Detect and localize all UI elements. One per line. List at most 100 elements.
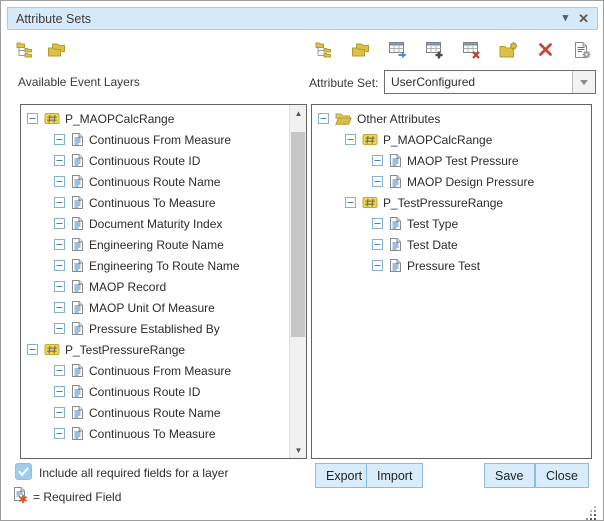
collapse-minus-icon[interactable]: [54, 218, 65, 229]
tree-item[interactable]: MAOP Record: [21, 276, 289, 297]
layer-icon: [362, 196, 378, 209]
tree-item-label: Document Maturity Index: [89, 217, 222, 231]
attribute-set-value: UserConfigured: [385, 75, 572, 89]
collapse-minus-icon[interactable]: [54, 176, 65, 187]
combo-dropdown-button[interactable]: [572, 71, 595, 93]
field-icon: [389, 258, 402, 273]
tree-item-label: Test Type: [407, 217, 458, 231]
tree-item[interactable]: MAOP Design Pressure: [312, 171, 591, 192]
attribute-set-select[interactable]: UserConfigured: [384, 70, 596, 94]
toolbar-left: [15, 40, 66, 59]
collapse-minus-icon[interactable]: [27, 113, 38, 124]
include-required-fields-checkbox[interactable]: [15, 463, 32, 480]
collapse-minus-icon[interactable]: [54, 260, 65, 271]
field-icon: [389, 153, 402, 168]
folders-icon[interactable]: [47, 40, 66, 59]
window-close-icon[interactable]: ✕: [578, 12, 589, 25]
tree-item[interactable]: Test Type: [312, 213, 591, 234]
field-icon: [71, 384, 84, 399]
tree-item[interactable]: Document Maturity Index: [21, 213, 289, 234]
tree-item[interactable]: MAOP Test Pressure: [312, 150, 591, 171]
collapse-minus-icon[interactable]: [54, 365, 65, 376]
field-icon: [389, 237, 402, 252]
tree-item[interactable]: Pressure Test: [312, 255, 591, 276]
field-icon: [71, 216, 84, 231]
tree-item[interactable]: Continuous Route ID: [21, 150, 289, 171]
include-required-fields-label: Include all required fields for a layer: [39, 466, 228, 480]
collapse-minus-icon[interactable]: [54, 155, 65, 166]
attribute-set-label: Attribute Set:: [309, 76, 378, 90]
import-button[interactable]: Import: [366, 463, 423, 488]
scrollbar[interactable]: ▲ ▼: [289, 105, 306, 458]
attribute-sets-dialog: Attribute Sets ▾ ✕: [0, 0, 604, 521]
collapse-minus-icon[interactable]: [54, 323, 65, 334]
collapse-minus-icon[interactable]: [345, 197, 356, 208]
collapse-minus-icon[interactable]: [54, 428, 65, 439]
available-layers-tree: P_MAOPCalcRangeContinuous From MeasureCo…: [21, 105, 289, 458]
delete-icon[interactable]: [536, 40, 555, 59]
collapse-minus-icon[interactable]: [54, 197, 65, 208]
table-delete-icon[interactable]: [462, 40, 481, 59]
tree-item[interactable]: Continuous To Measure: [21, 192, 289, 213]
window-title: Attribute Sets: [16, 12, 553, 26]
field-icon: [71, 174, 84, 189]
tree-item[interactable]: P_TestPressureRange: [312, 192, 591, 213]
collapse-minus-icon[interactable]: [54, 281, 65, 292]
required-field-label: = Required Field: [33, 490, 121, 504]
tree-item[interactable]: Continuous Route Name: [21, 171, 289, 192]
export-button[interactable]: Export: [315, 463, 373, 488]
report-settings-icon[interactable]: [573, 40, 592, 59]
scroll-down-icon[interactable]: ▼: [290, 442, 307, 458]
tree-view-icon[interactable]: [15, 40, 34, 59]
tree-item[interactable]: Engineering Route Name: [21, 234, 289, 255]
tree-item[interactable]: Continuous Route ID: [21, 381, 289, 402]
tree-view-icon[interactable]: [314, 40, 333, 59]
tree-item[interactable]: MAOP Unit Of Measure: [21, 297, 289, 318]
tree-item-label: Continuous From Measure: [89, 364, 231, 378]
scrollbar-thumb[interactable]: [291, 132, 305, 337]
available-event-layers-label: Available Event Layers: [18, 75, 140, 89]
tree-item[interactable]: P_TestPressureRange: [21, 339, 289, 360]
save-button[interactable]: Save: [484, 463, 535, 488]
collapse-minus-icon[interactable]: [54, 407, 65, 418]
folders-icon[interactable]: [351, 40, 370, 59]
tree-item[interactable]: Engineering To Route Name: [21, 255, 289, 276]
folder-new-icon[interactable]: [499, 40, 518, 59]
collapse-minus-icon[interactable]: [54, 302, 65, 313]
table-add-icon[interactable]: [425, 40, 444, 59]
scroll-up-icon[interactable]: ▲: [290, 105, 307, 121]
collapse-minus-icon[interactable]: [372, 155, 383, 166]
collapse-minus-icon[interactable]: [372, 239, 383, 250]
tree-item[interactable]: Continuous From Measure: [21, 360, 289, 381]
tree-item[interactable]: Test Date: [312, 234, 591, 255]
collapse-minus-icon[interactable]: [318, 113, 329, 124]
table-export-icon[interactable]: [388, 40, 407, 59]
collapse-minus-icon[interactable]: [372, 176, 383, 187]
window-menu-icon[interactable]: ▾: [563, 13, 569, 24]
folder-icon: [335, 112, 352, 125]
tree-item[interactable]: Continuous Route Name: [21, 402, 289, 423]
tree-item-label: P_TestPressureRange: [65, 343, 185, 357]
tree-item[interactable]: Continuous From Measure: [21, 129, 289, 150]
tree-item[interactable]: P_MAOPCalcRange: [312, 129, 591, 150]
collapse-minus-icon[interactable]: [27, 344, 38, 355]
tree-item-label: MAOP Unit Of Measure: [89, 301, 215, 315]
collapse-minus-icon[interactable]: [54, 134, 65, 145]
field-icon: [71, 153, 84, 168]
titlebar: Attribute Sets ▾ ✕: [7, 7, 598, 30]
tree-item-label: P_MAOPCalcRange: [383, 133, 492, 147]
available-layers-panel: P_MAOPCalcRangeContinuous From MeasureCo…: [20, 104, 307, 459]
field-icon: [71, 321, 84, 336]
tree-item[interactable]: Pressure Established By: [21, 318, 289, 339]
collapse-minus-icon[interactable]: [54, 386, 65, 397]
tree-item[interactable]: P_MAOPCalcRange: [21, 108, 289, 129]
collapse-minus-icon[interactable]: [372, 218, 383, 229]
collapse-minus-icon[interactable]: [372, 260, 383, 271]
tree-item[interactable]: Other Attributes: [312, 108, 591, 129]
collapse-minus-icon[interactable]: [345, 134, 356, 145]
required-field-icon: [13, 486, 28, 507]
tree-item[interactable]: Continuous To Measure: [21, 423, 289, 444]
resize-grip[interactable]: [594, 510, 596, 512]
close-button[interactable]: Close: [535, 463, 589, 488]
collapse-minus-icon[interactable]: [54, 239, 65, 250]
